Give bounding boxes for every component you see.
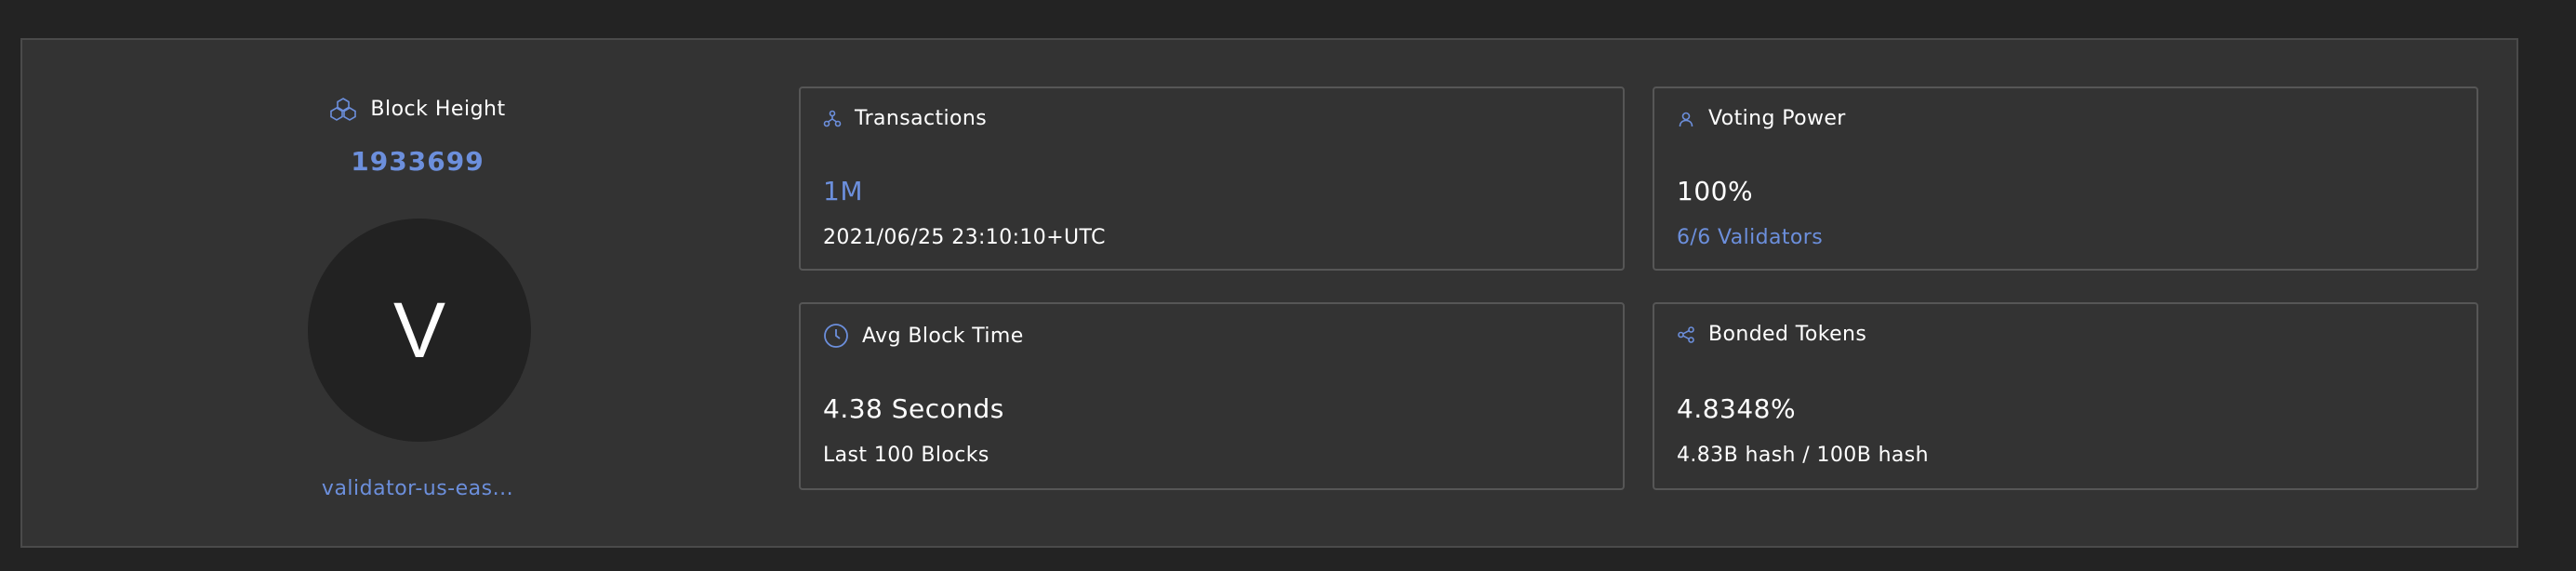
share-icon	[1677, 325, 1695, 344]
bonded-tokens-subtitle: 4.83B hash / 100B hash	[1677, 444, 1930, 467]
blocks-icon	[329, 97, 357, 121]
avg-block-time-value: 4.38 Seconds	[823, 393, 1004, 424]
validators-count-link[interactable]: 6/6 Validators	[1677, 226, 1823, 249]
block-height-title: Block Height	[370, 97, 506, 121]
block-height-section: Block Height 1933699 V validator-us-eas.…	[22, 40, 813, 546]
transactions-title: Transactions	[855, 107, 988, 130]
user-icon	[1677, 110, 1695, 128]
block-height-header: Block Height	[22, 88, 813, 129]
avg-block-time-subtitle: Last 100 Blocks	[823, 444, 989, 467]
voting-power-card: Voting Power 100% 6/6 Validators	[1653, 86, 2478, 271]
transactions-value: 1M	[823, 176, 863, 206]
voting-power-title: Voting Power	[1708, 107, 1846, 130]
avg-block-time-header: Avg Block Time	[823, 323, 1024, 349]
clock-icon	[823, 323, 849, 349]
validator-avatar[interactable]: V	[308, 219, 531, 442]
bonded-tokens-header: Bonded Tokens	[1677, 323, 1866, 346]
avg-block-time-title: Avg Block Time	[862, 324, 1024, 348]
transactions-header: Transactions	[823, 107, 987, 130]
validator-name-link[interactable]: validator-us-eas...	[22, 477, 813, 500]
network-stats-panel: Block Height 1933699 V validator-us-eas.…	[20, 38, 2518, 548]
network-icon	[823, 110, 842, 128]
avg-block-time-card: Avg Block Time 4.38 Seconds Last 100 Blo…	[799, 302, 1625, 490]
transactions-card: Transactions 1M 2021/06/25 23:10:10+UTC	[799, 86, 1625, 271]
voting-power-value: 100%	[1677, 176, 1754, 206]
transactions-timestamp: 2021/06/25 23:10:10+UTC	[823, 226, 1106, 249]
bonded-tokens-card: Bonded Tokens 4.8348% 4.83B hash / 100B …	[1653, 302, 2478, 490]
block-height-value: 1933699	[351, 146, 485, 177]
bonded-tokens-value: 4.8348%	[1677, 393, 1797, 424]
voting-power-header: Voting Power	[1677, 107, 1846, 130]
bonded-tokens-title: Bonded Tokens	[1708, 323, 1867, 346]
